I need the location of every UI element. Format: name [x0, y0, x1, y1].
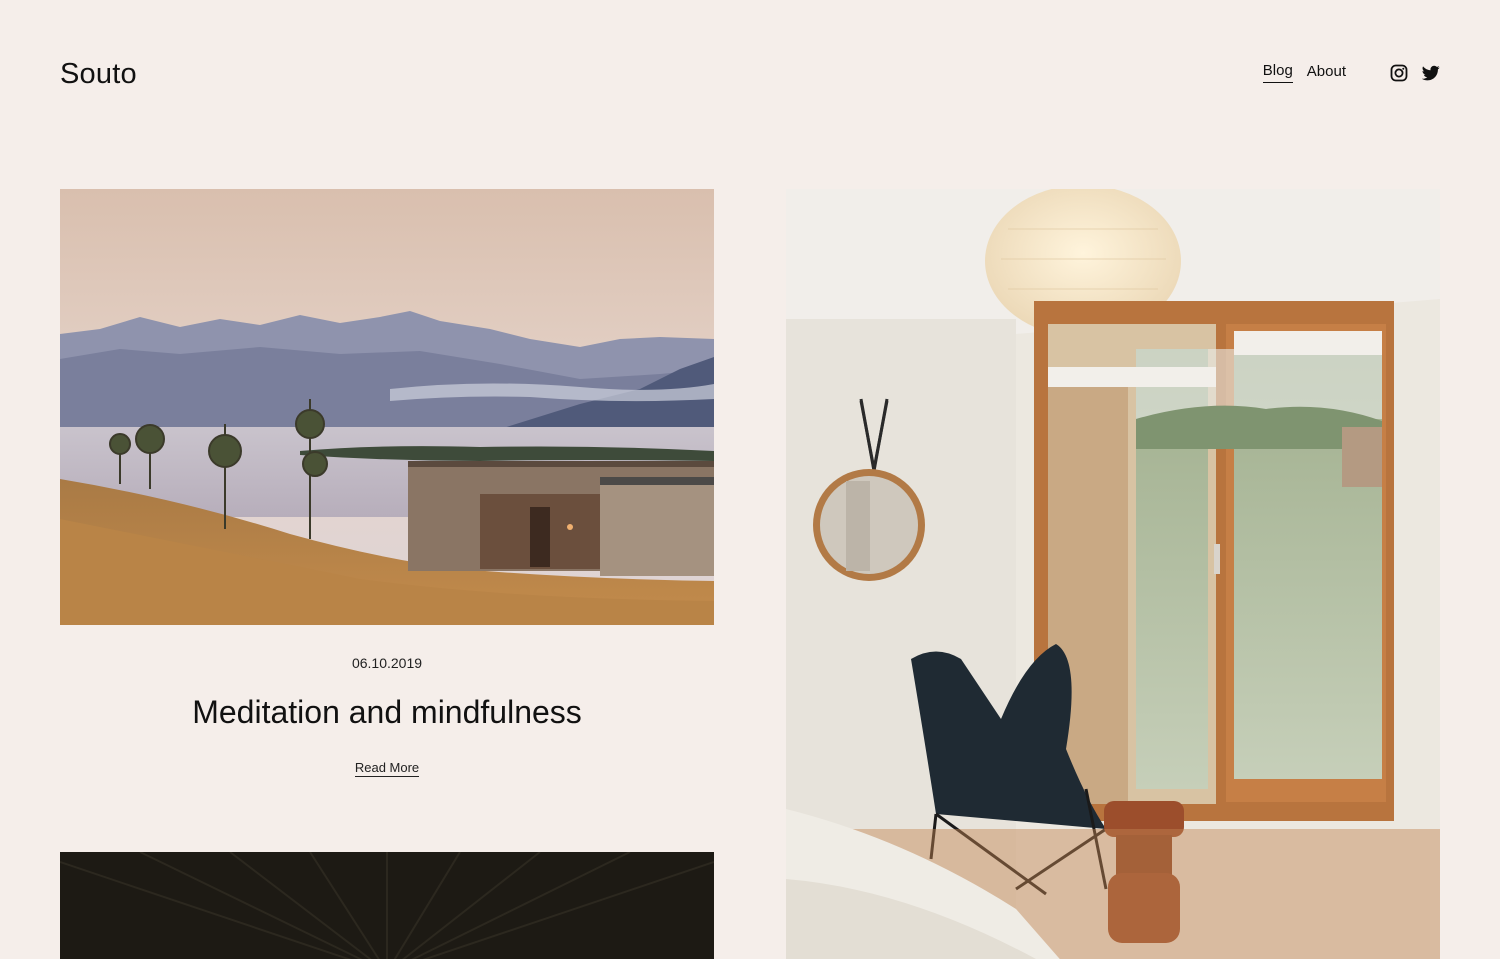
nav-item-blog[interactable]: Blog	[1262, 62, 1293, 83]
read-more-container: Read More	[60, 760, 714, 777]
read-more-link[interactable]: Read More	[354, 760, 420, 777]
nav-item-about[interactable]: About	[1307, 63, 1346, 83]
site-logo[interactable]: Souto	[60, 58, 137, 91]
social-links	[1376, 64, 1440, 82]
twitter-icon[interactable]	[1422, 64, 1440, 82]
main-nav: Blog About	[1249, 62, 1440, 83]
post-date: 06.10.2019	[351, 655, 423, 671]
post-title[interactable]: Meditation and mindfulness	[60, 694, 714, 731]
site-header: Souto Blog About	[0, 0, 1500, 150]
post-image-dark-ceiling[interactable]	[60, 852, 714, 959]
post-image-bedroom[interactable]	[786, 189, 1440, 959]
post-image-mountain-cabin[interactable]	[60, 189, 714, 625]
instagram-icon[interactable]	[1390, 64, 1408, 82]
